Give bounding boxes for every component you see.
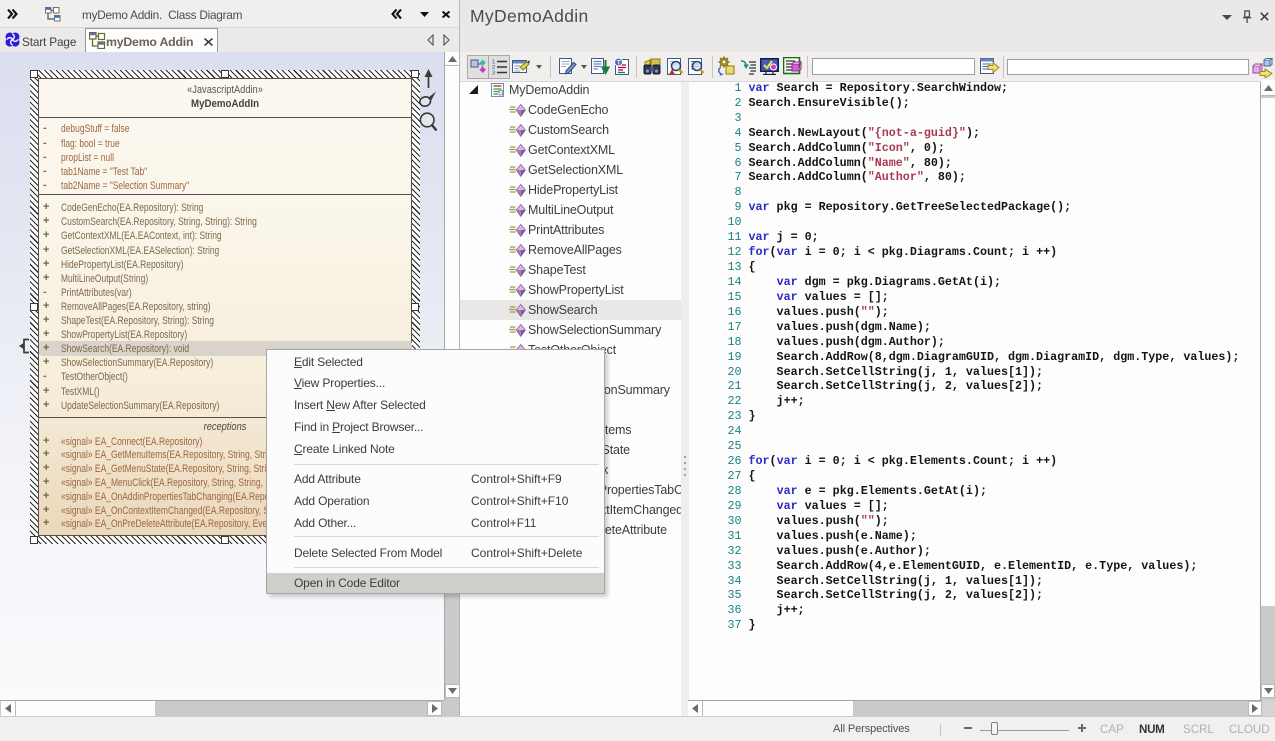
svg-text:3: 3 [492, 71, 495, 76]
svg-text:T: T [617, 59, 621, 66]
